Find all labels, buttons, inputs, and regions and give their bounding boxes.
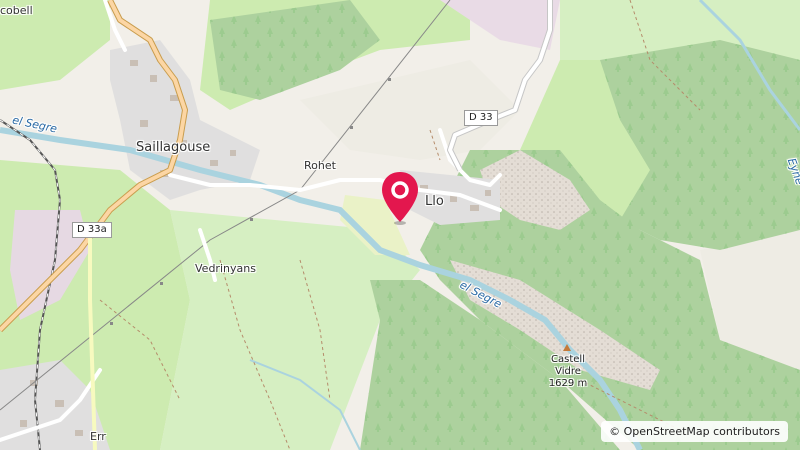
place-label-err[interactable]: Err [90, 430, 106, 443]
road-shield-d33a: D 33a [72, 222, 112, 238]
map-pin-icon[interactable] [380, 170, 420, 226]
copyright-symbol: © [609, 425, 621, 438]
place-label-vedrinyans[interactable]: Vedrinyans [195, 262, 256, 275]
map-canvas[interactable]: Saillagouse Llo Rohet Vedrinyans Err cob… [0, 0, 800, 450]
attribution-link[interactable]: OpenStreetMap contributors [624, 425, 780, 438]
peak-icon [563, 344, 571, 351]
peak-elevation: 1629 m [548, 378, 588, 389]
place-label-rohet[interactable]: Rohet [304, 159, 336, 172]
place-label-fragment[interactable]: cobell [0, 4, 33, 17]
road-shield-d33: D 33 [464, 110, 498, 126]
map-attribution: © OpenStreetMap contributors [601, 421, 788, 442]
peak-label[interactable]: Castell Vidre 1629 m [540, 354, 596, 390]
peak-name: Castell Vidre [551, 354, 585, 377]
place-label-saillagouse[interactable]: Saillagouse [136, 140, 210, 155]
place-label-llo[interactable]: Llo [425, 194, 444, 209]
